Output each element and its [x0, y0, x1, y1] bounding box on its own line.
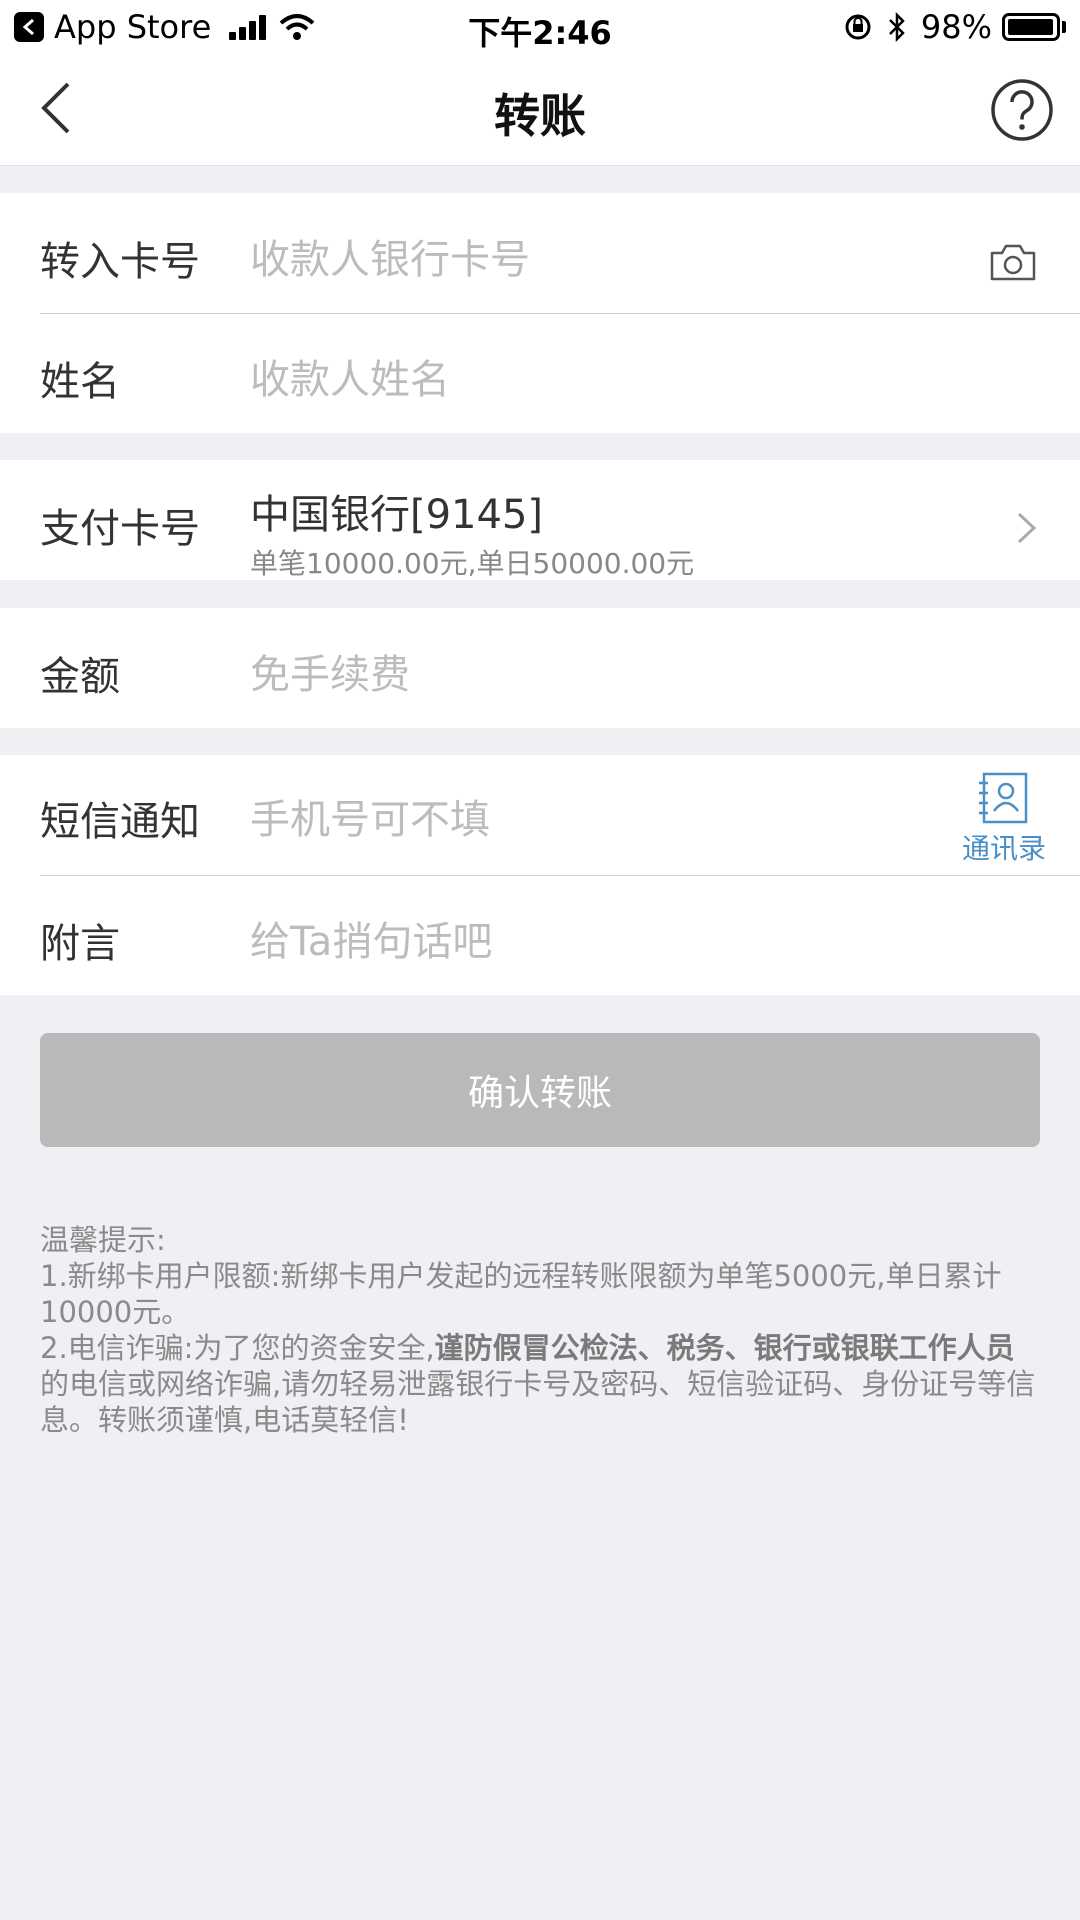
- tips-panel: 温馨提示: 1.新绑卡用户限额:新绑卡用户发起的远程转账限额为单笔5000元,单…: [40, 1222, 1040, 1438]
- signal-icon: [229, 14, 269, 40]
- page-title: 转账: [494, 89, 586, 143]
- nav-bar: 转账: [0, 54, 1080, 166]
- pay-card-limit: 单笔10000.00元,单日50000.00元: [250, 547, 695, 580]
- wifi-icon: [279, 14, 315, 40]
- contacts-icon: [979, 772, 1028, 824]
- tips-line-2: 2.电信诈骗:为了您的资金安全,谨防假冒公检法、税务、银行或银联工作人员的电信或…: [40, 1330, 1040, 1438]
- back-app-label[interactable]: App Store: [54, 8, 211, 46]
- chevron-right-icon[interactable]: [1014, 508, 1040, 548]
- extra-section: 短信通知 手机号可不填 通讯录 附言 给Ta捎句话吧: [0, 755, 1080, 995]
- camera-icon[interactable]: [988, 241, 1038, 283]
- pay-card-value: 中国银行[9145]: [250, 492, 544, 538]
- card-number-label: 转入卡号: [40, 239, 200, 285]
- pay-card-section[interactable]: 支付卡号 中国银行[9145] 单笔10000.00元,单日50000.00元: [0, 460, 1080, 580]
- name-row[interactable]: 姓名 收款人姓名: [0, 313, 1080, 433]
- note-row[interactable]: 附言 给Ta捎句话吧: [0, 875, 1080, 995]
- tips-line-2-bold: 谨防假冒公检法、税务、银行或银联工作人员: [434, 1331, 1015, 1365]
- amount-input[interactable]: 免手续费: [250, 642, 410, 700]
- back-to-app-icon[interactable]: [14, 12, 44, 42]
- card-number-row[interactable]: 转入卡号 收款人银行卡号: [0, 193, 1080, 313]
- pay-card-label: 支付卡号: [40, 506, 200, 552]
- status-left: App Store: [14, 8, 315, 46]
- name-label: 姓名: [40, 359, 120, 405]
- amount-label: 金额: [40, 654, 120, 700]
- confirm-transfer-button[interactable]: 确认转账: [40, 1033, 1040, 1147]
- note-label: 附言: [40, 921, 120, 967]
- sms-label: 短信通知: [40, 799, 200, 845]
- tips-line-1: 1.新绑卡用户限额:新绑卡用户发起的远程转账限额为单笔5000元,单日累计100…: [40, 1259, 1002, 1329]
- contacts-button[interactable]: 通讯录: [954, 771, 1054, 871]
- status-bar: App Store 下午2:46 98%: [0, 0, 1080, 54]
- note-input[interactable]: 给Ta捎句话吧: [250, 909, 492, 967]
- help-icon[interactable]: [990, 78, 1054, 142]
- tips-line-2-prefix: 2.电信诈骗:为了您的资金安全,: [40, 1331, 435, 1365]
- sms-row[interactable]: 短信通知 手机号可不填 通讯录: [0, 755, 1080, 875]
- battery-percent: 98%: [920, 8, 992, 46]
- tips-title: 温馨提示:: [40, 1223, 166, 1257]
- contacts-label: 通讯录: [961, 832, 1046, 865]
- sms-input[interactable]: 手机号可不填: [250, 787, 490, 845]
- name-input[interactable]: 收款人姓名: [250, 347, 450, 405]
- battery-icon: [1002, 13, 1066, 41]
- bluetooth-icon: [888, 12, 905, 42]
- status-right: 98%: [843, 8, 1066, 46]
- tips-line-2-suffix: 的电信或网络诈骗,请勿轻易泄露银行卡号及密码、短信验证码、身份证号等信息。转账须…: [40, 1367, 1036, 1437]
- rotation-lock-icon: [845, 14, 871, 40]
- amount-section: 金额 免手续费: [0, 608, 1080, 728]
- payee-section: 转入卡号 收款人银行卡号 姓名 收款人姓名: [0, 193, 1080, 433]
- card-number-input[interactable]: 收款人银行卡号: [250, 227, 530, 285]
